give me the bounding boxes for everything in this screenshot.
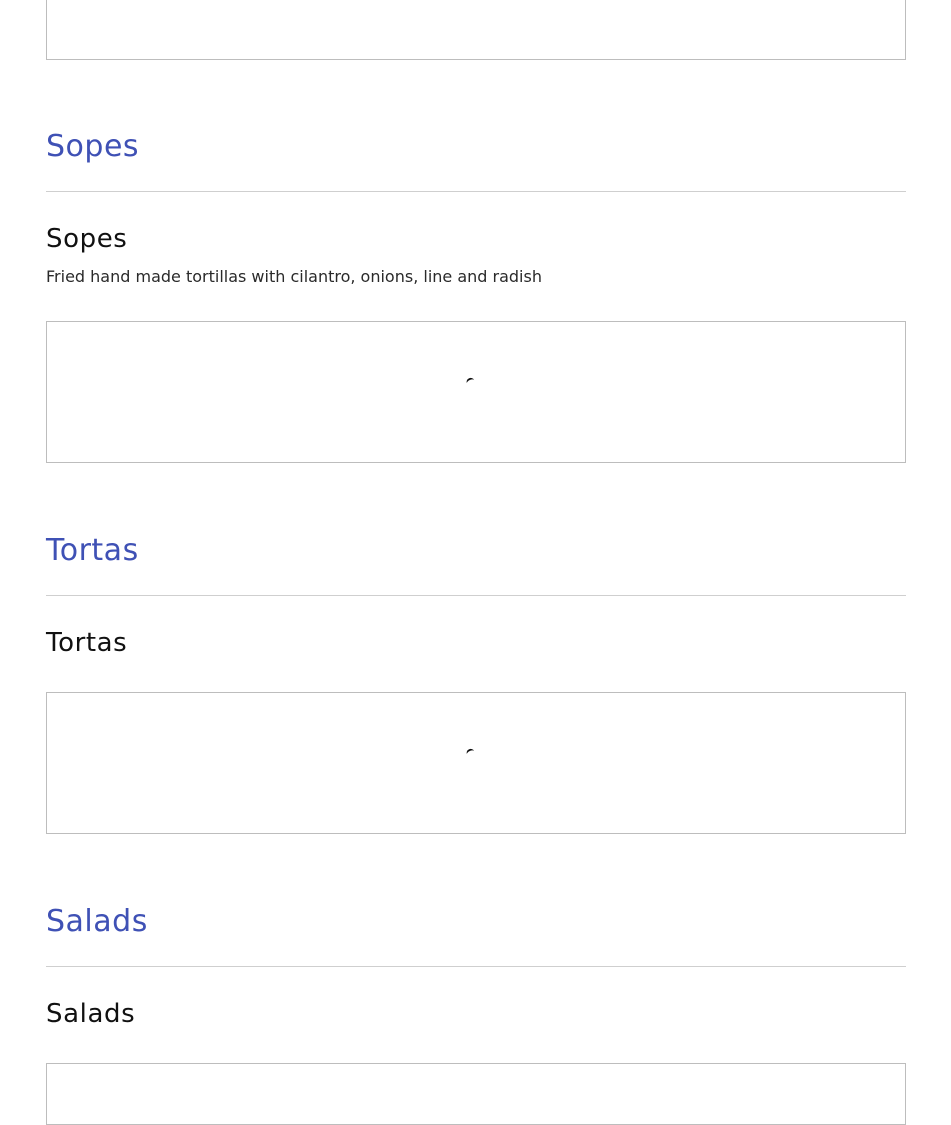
section-divider — [46, 191, 906, 192]
spinner-icon — [466, 378, 474, 382]
item-title-sopes: Sopes — [46, 224, 128, 254]
section-heading-tortas: Tortas — [46, 533, 139, 568]
tortas-items-container — [46, 692, 906, 834]
section-heading-sopes: Sopes — [46, 129, 140, 164]
section-divider — [46, 595, 906, 596]
item-title-salads: Salads — [46, 999, 136, 1029]
section-heading-salads: Salads — [46, 904, 148, 939]
item-description-sopes: Fried hand made tortillas with cilantro,… — [46, 267, 542, 286]
salads-items-container — [46, 1063, 906, 1125]
section-divider — [46, 966, 906, 967]
previous-items-container — [46, 0, 906, 60]
spinner-icon — [466, 749, 474, 753]
sopes-items-container — [46, 321, 906, 463]
item-title-tortas: Tortas — [46, 628, 128, 658]
